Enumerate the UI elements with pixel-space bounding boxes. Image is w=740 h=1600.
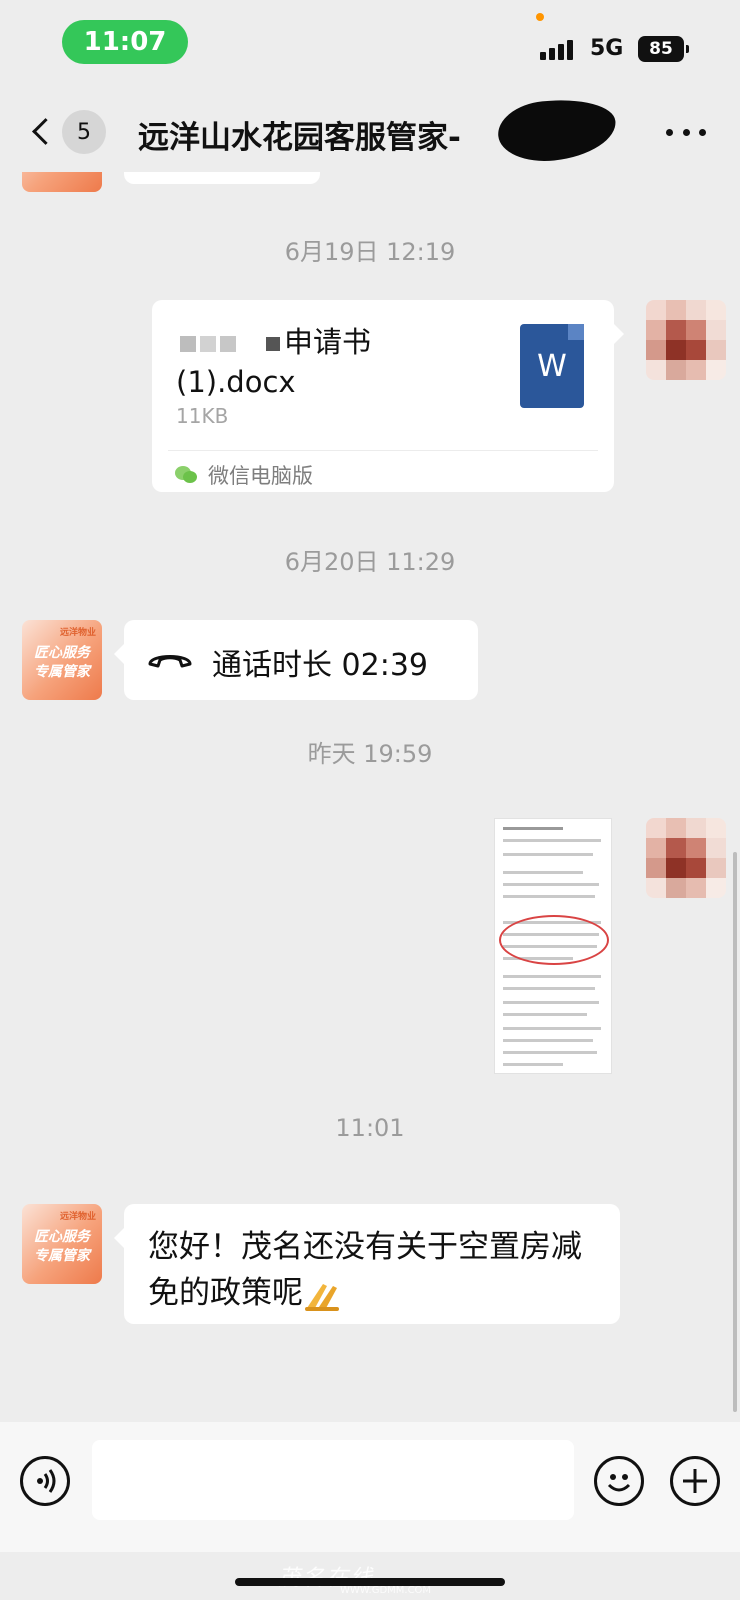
screenshot-image-message[interactable] [494,818,612,1074]
timestamp: 昨天 19:59 [307,740,433,768]
file-name-text: 申请书 [284,325,372,359]
back-button[interactable] [28,112,56,152]
privacy-indicator-dot [536,13,544,21]
watermark-url: WWW.GDMM.COM [340,1585,432,1596]
message-input-bar [0,1422,740,1552]
message-text-content: 您好！茂名还没有关于空置房减免的政策呢 [148,1229,582,1311]
call-record-bubble[interactable]: 通话时长 02:39 [114,620,478,700]
chat-title: 远洋山水花园客服管家- [138,120,461,156]
word-icon-letter: W [537,348,567,384]
agent-avatar-tag: 远洋物业 [59,1212,96,1222]
emoji-button[interactable] [594,1456,644,1506]
wechat-icon [175,466,197,483]
user-avatar[interactable] [646,818,726,898]
home-indicator[interactable] [235,1578,505,1586]
more-options-button[interactable] [666,120,706,144]
call-duration: 通话时长 02:39 [212,648,428,683]
agent-avatar-line2: 专属管家 [34,664,90,680]
plus-icon [683,1469,707,1493]
highlight-circle [499,915,609,965]
timestamp: 11:01 [335,1114,405,1142]
scrollbar[interactable] [733,852,737,1412]
user-avatar[interactable] [646,300,726,380]
message-text: 您好！茂名还没有关于空置房减免的政策呢 [148,1224,598,1316]
message-text-input[interactable] [92,1440,574,1520]
pray-emoji-icon [305,1283,339,1311]
file-name: 申请书 (1).docx [176,322,371,402]
timestamp: 6月19日 12:19 [284,238,456,266]
voice-input-button[interactable] [20,1456,70,1506]
file-name-ext: (1).docx [176,365,296,399]
phone-hangup-icon [148,655,192,668]
divider [168,450,598,451]
status-time: 11:07 [62,20,188,64]
word-document-icon: W [520,324,584,408]
previous-message-bubble[interactable] [124,172,320,184]
battery-icon: 85 [638,36,689,62]
agent-avatar[interactable]: 远洋物业 匠心服务 专属管家 [22,1204,102,1284]
more-functions-button[interactable] [670,1456,720,1506]
smiley-icon [607,1474,631,1492]
chat-message-list[interactable]: 6月19日 12:19 申请书 (1).docx 11KB W 微信电脑版 6月… [0,172,740,1422]
file-size: 11KB [176,404,229,428]
redaction-mark [495,93,619,167]
agent-avatar-line2: 专属管家 [34,1248,90,1264]
file-source-label: 微信电脑版 [208,464,313,488]
timestamp: 6月20日 11:29 [284,548,456,576]
status-bar: 11:07 5G 85 [0,0,740,80]
voice-icon [37,1469,56,1493]
agent-avatar[interactable] [22,172,102,192]
signal-icon [540,38,580,60]
network-label: 5G [590,36,624,61]
text-message-bubble[interactable]: 您好！茂名还没有关于空置房减免的政策呢 [114,1204,620,1324]
agent-avatar-line1: 匠心服务 [34,645,90,661]
agent-avatar-tag: 远洋物业 [59,628,96,638]
unread-count-badge[interactable]: 5 [62,110,106,154]
agent-avatar-line1: 匠心服务 [34,1229,90,1245]
file-message-card[interactable]: 申请书 (1).docx 11KB W 微信电脑版 [152,300,624,492]
battery-level: 85 [649,39,673,59]
agent-avatar[interactable]: 远洋物业 匠心服务 专属管家 [22,620,102,700]
chat-header: 5 远洋山水花园客服管家- [0,92,740,172]
